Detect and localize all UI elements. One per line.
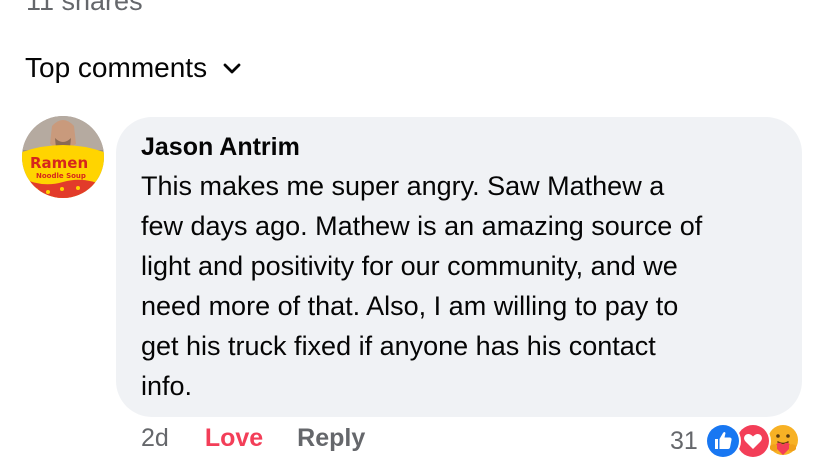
comment-bubble: Jason Antrim This makes me super angry. … xyxy=(116,117,802,417)
like-icon xyxy=(704,422,742,460)
reply-button[interactable]: Reply xyxy=(297,424,365,453)
avatar[interactable]: Ramen Noodle Soup xyxy=(22,116,104,198)
comment-text-line: light and positivity for our community, … xyxy=(141,251,678,281)
svg-text:Noodle Soup: Noodle Soup xyxy=(36,172,86,180)
reaction-count: 31 xyxy=(670,426,698,455)
comment-text: This makes me super angry. Saw Mathew a … xyxy=(141,166,780,406)
sort-label: Top comments xyxy=(25,52,208,83)
avatar-shirt-logo: Ramen xyxy=(30,154,88,172)
comment-text-line: need more of that. Also, I am willing to… xyxy=(141,291,679,321)
comment-text-line: few days ago. Mathew is an amazing sourc… xyxy=(141,211,703,241)
reaction-icons xyxy=(704,422,806,460)
comment-text-line: get his truck fixed if anyone has his co… xyxy=(141,331,656,361)
reaction-summary[interactable]: 31 xyxy=(670,422,806,460)
comment-text-line: info. xyxy=(141,371,193,401)
love-reaction-button[interactable]: Love xyxy=(205,424,263,453)
chevron-down-icon xyxy=(223,62,241,74)
comment-text-line: This makes me super angry. Saw Mathew a xyxy=(141,171,665,201)
shares-count-cutoff[interactable]: 11 shares xyxy=(26,0,143,17)
comment-actions: 2d Love Reply xyxy=(141,424,365,453)
comment-timestamp[interactable]: 2d xyxy=(141,424,169,453)
comment-sort-dropdown[interactable]: Top comments xyxy=(25,52,241,84)
comment-author[interactable]: Jason Antrim xyxy=(141,132,300,162)
